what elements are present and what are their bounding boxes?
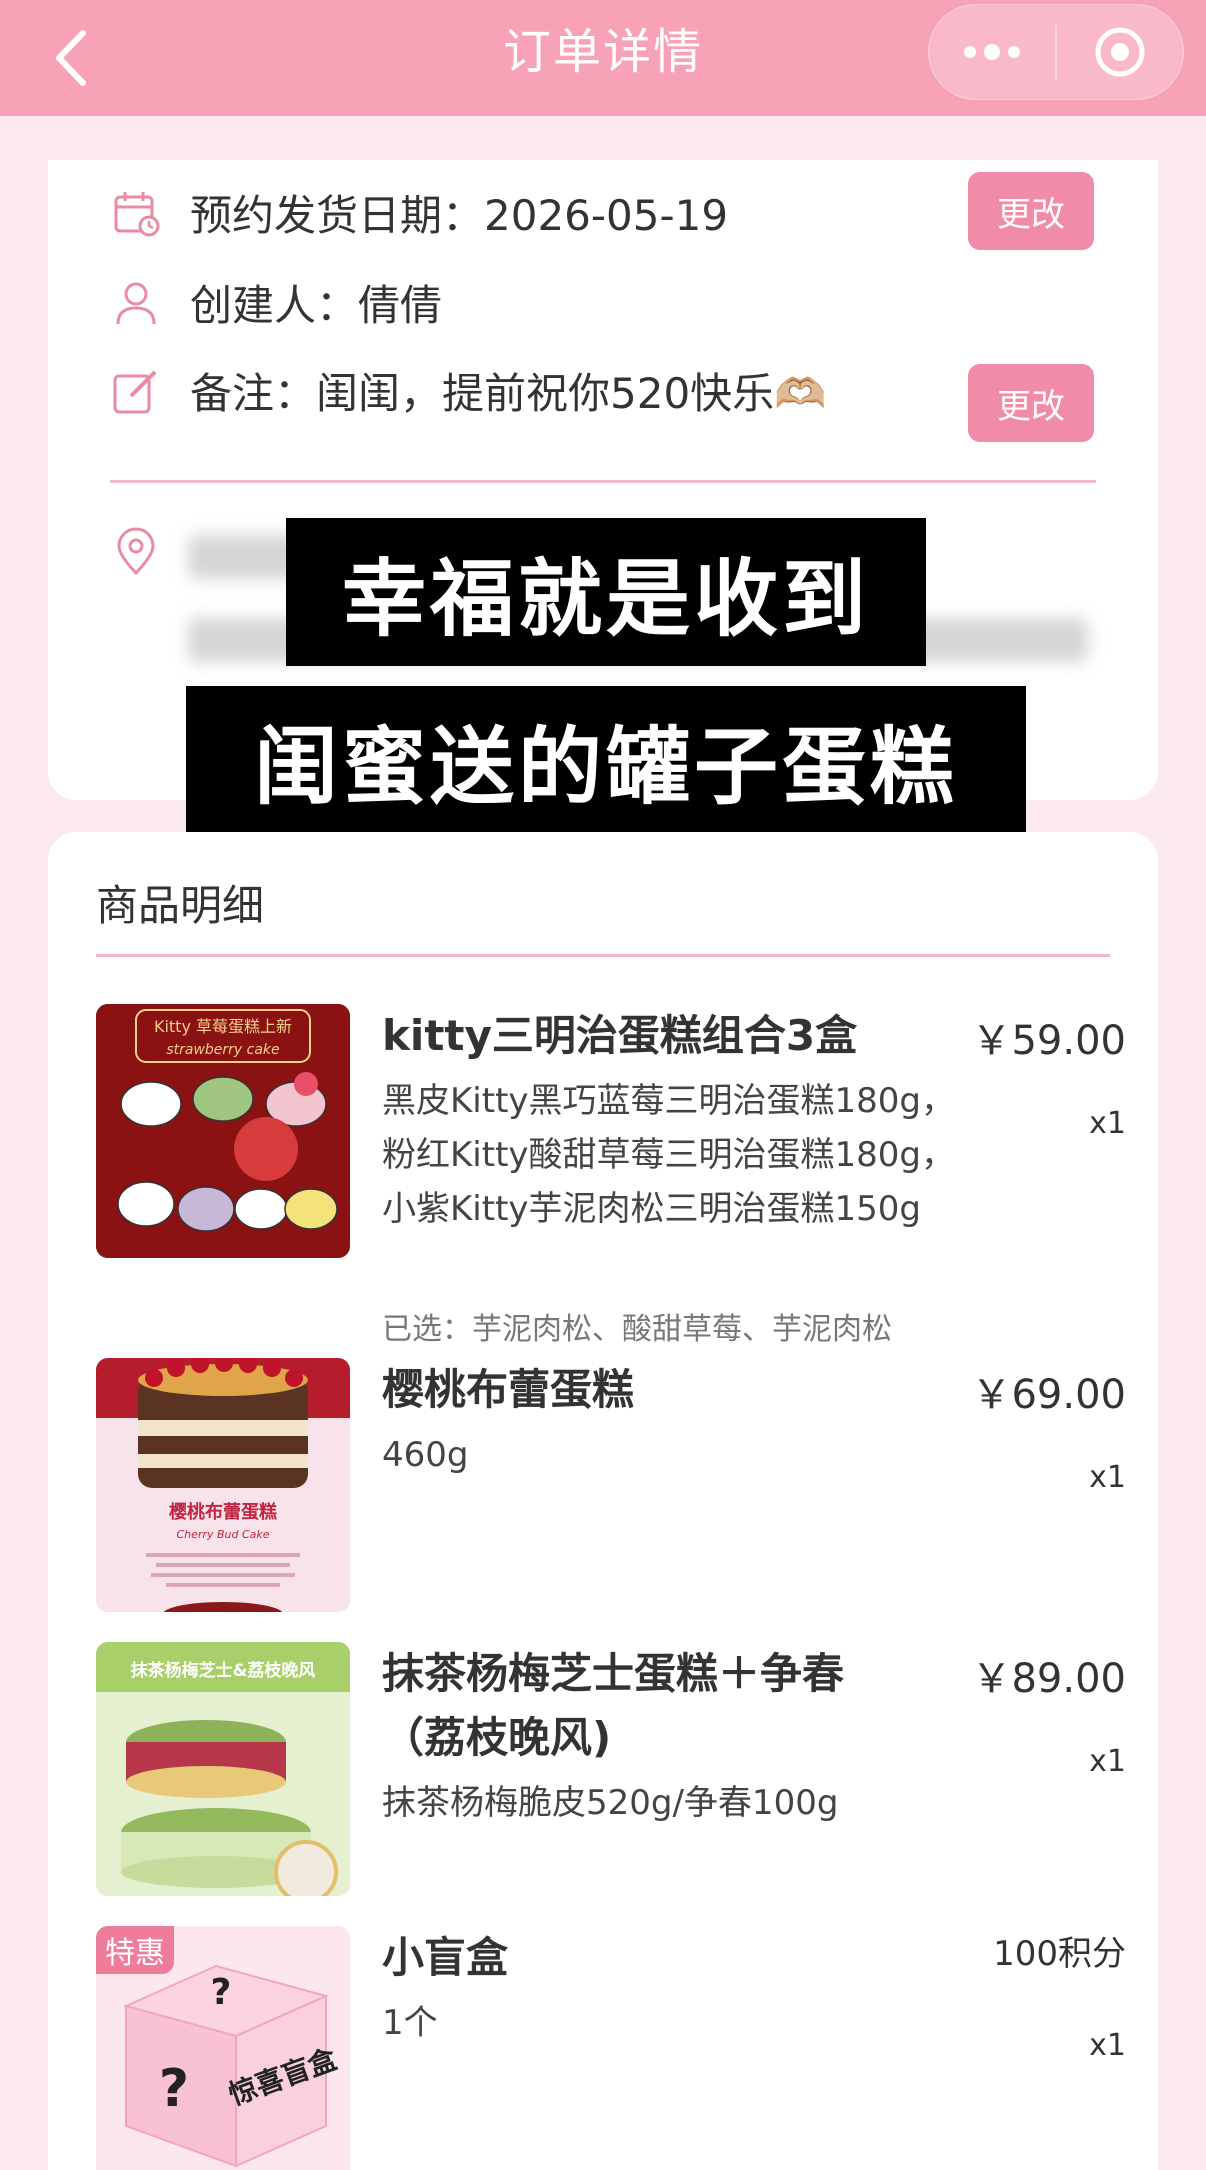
svg-text:?: ? bbox=[159, 2059, 189, 2119]
item-price: ￥89.00 bbox=[971, 1656, 1126, 1702]
goods-divider bbox=[96, 954, 1110, 957]
more-dots-icon bbox=[964, 44, 1020, 60]
product-image: 樱桃布蕾蛋糕 Cherry Bud Cake bbox=[96, 1358, 350, 1612]
item-price: ￥69.00 bbox=[971, 1372, 1126, 1418]
creator-text: 创建人：倩倩 bbox=[190, 281, 443, 330]
location-icon bbox=[110, 526, 162, 578]
note-row: 备注：闺闺，提前祝你520快乐🫶🏼 bbox=[110, 360, 826, 421]
ship-date-text: 预约发货日期：2026-05-19 bbox=[190, 191, 729, 240]
svg-text:?: ? bbox=[211, 1972, 232, 2013]
item-price: ￥59.00 bbox=[971, 1018, 1126, 1064]
special-offer-tag: 特惠 bbox=[96, 1926, 174, 1974]
product-image: 抹茶杨梅芝士&荔枝晚风 bbox=[96, 1642, 350, 1896]
list-item[interactable]: Kitty 草莓蛋糕上新 strawberry cake kitty三明治蛋糕组… bbox=[96, 1004, 1126, 1347]
list-item[interactable]: 樱桃布蕾蛋糕 Cherry Bud Cake 樱桃布蕾蛋糕 ￥69.00 460… bbox=[96, 1358, 1126, 1614]
note-text: 备注：闺闺，提前祝你520快乐🫶🏼 bbox=[190, 369, 827, 418]
item-desc: 黑皮Kitty黑巧蓝莓三明治蛋糕180g，粉红Kitty酸甜草莓三明治蛋糕180… bbox=[382, 1081, 956, 1229]
change-date-button[interactable]: 更改 bbox=[968, 172, 1094, 250]
product-image: Kitty 草莓蛋糕上新 strawberry cake bbox=[96, 1004, 350, 1258]
close-button[interactable] bbox=[1057, 4, 1183, 100]
edit-icon bbox=[110, 365, 162, 417]
goods-section-title: 商品明细 bbox=[96, 881, 265, 930]
nav-header: 订单详情 bbox=[0, 0, 1206, 116]
target-icon bbox=[1095, 27, 1145, 77]
change-note-button[interactable]: 更改 bbox=[968, 364, 1094, 442]
list-item[interactable]: ? ? 惊喜盲盒 特惠 小盲盒 100积分 1个 x1 bbox=[96, 1926, 1126, 2170]
item-name: kitty三明治蛋糕组合3盒 bbox=[382, 1011, 858, 1060]
goods-card: 商品明细 Kitty 草莓蛋糕上新 strawberry cake kitty三… bbox=[48, 832, 1158, 2170]
mini-program-capsule bbox=[928, 4, 1184, 100]
list-item[interactable]: 抹茶杨梅芝士&荔枝晚风 抹茶杨梅芝士蛋糕＋争春（荔枝晚风) ￥89.00 抹茶杨… bbox=[96, 1642, 1126, 1898]
item-name: 抹茶杨梅芝士蛋糕＋争春（荔枝晚风) bbox=[382, 1649, 845, 1762]
item-desc: 460g bbox=[382, 1435, 469, 1475]
more-button[interactable] bbox=[929, 4, 1055, 100]
thumb-subtitle: Cherry Bud Cake bbox=[176, 1528, 269, 1541]
creator-row: 创建人：倩倩 bbox=[110, 272, 442, 333]
product-image: ? ? 惊喜盲盒 特惠 bbox=[96, 1926, 350, 2170]
thumb-title: Kitty 草莓蛋糕上新 bbox=[154, 1017, 292, 1036]
item-qty: x1 bbox=[1089, 1460, 1126, 1495]
divider bbox=[110, 480, 1096, 483]
item-qty: x1 bbox=[1089, 2028, 1126, 2063]
address-row bbox=[110, 526, 190, 578]
item-qty: x1 bbox=[1089, 1744, 1126, 1779]
calendar-icon bbox=[110, 187, 162, 239]
address-name-blurred bbox=[188, 535, 298, 579]
person-icon bbox=[110, 277, 162, 329]
item-qty: x1 bbox=[1089, 1106, 1126, 1141]
item-name: 小盲盒 bbox=[382, 1933, 509, 1982]
item-desc: 抹茶杨梅脆皮520g/争春100g bbox=[382, 1783, 839, 1823]
thumb-subtitle: strawberry cake bbox=[166, 1042, 279, 1058]
ship-date-row: 预约发货日期：2026-05-19 bbox=[110, 182, 728, 243]
item-price: 100积分 bbox=[993, 1934, 1126, 1974]
item-name: 樱桃布蕾蛋糕 bbox=[382, 1365, 635, 1414]
thumb-title: 樱桃布蕾蛋糕 bbox=[169, 1501, 277, 1523]
overlay-caption-line2: 闺蜜送的罐子蛋糕 bbox=[186, 686, 1026, 834]
overlay-caption-line1: 幸福就是收到 bbox=[286, 518, 926, 666]
thumb-title: 抹茶杨梅芝士&荔枝晚风 bbox=[131, 1660, 316, 1681]
item-desc: 1个 bbox=[382, 2003, 438, 2043]
item-selected: 已选：芋泥肉松、酸甜草莓、芋泥肉松 bbox=[382, 1312, 892, 1347]
